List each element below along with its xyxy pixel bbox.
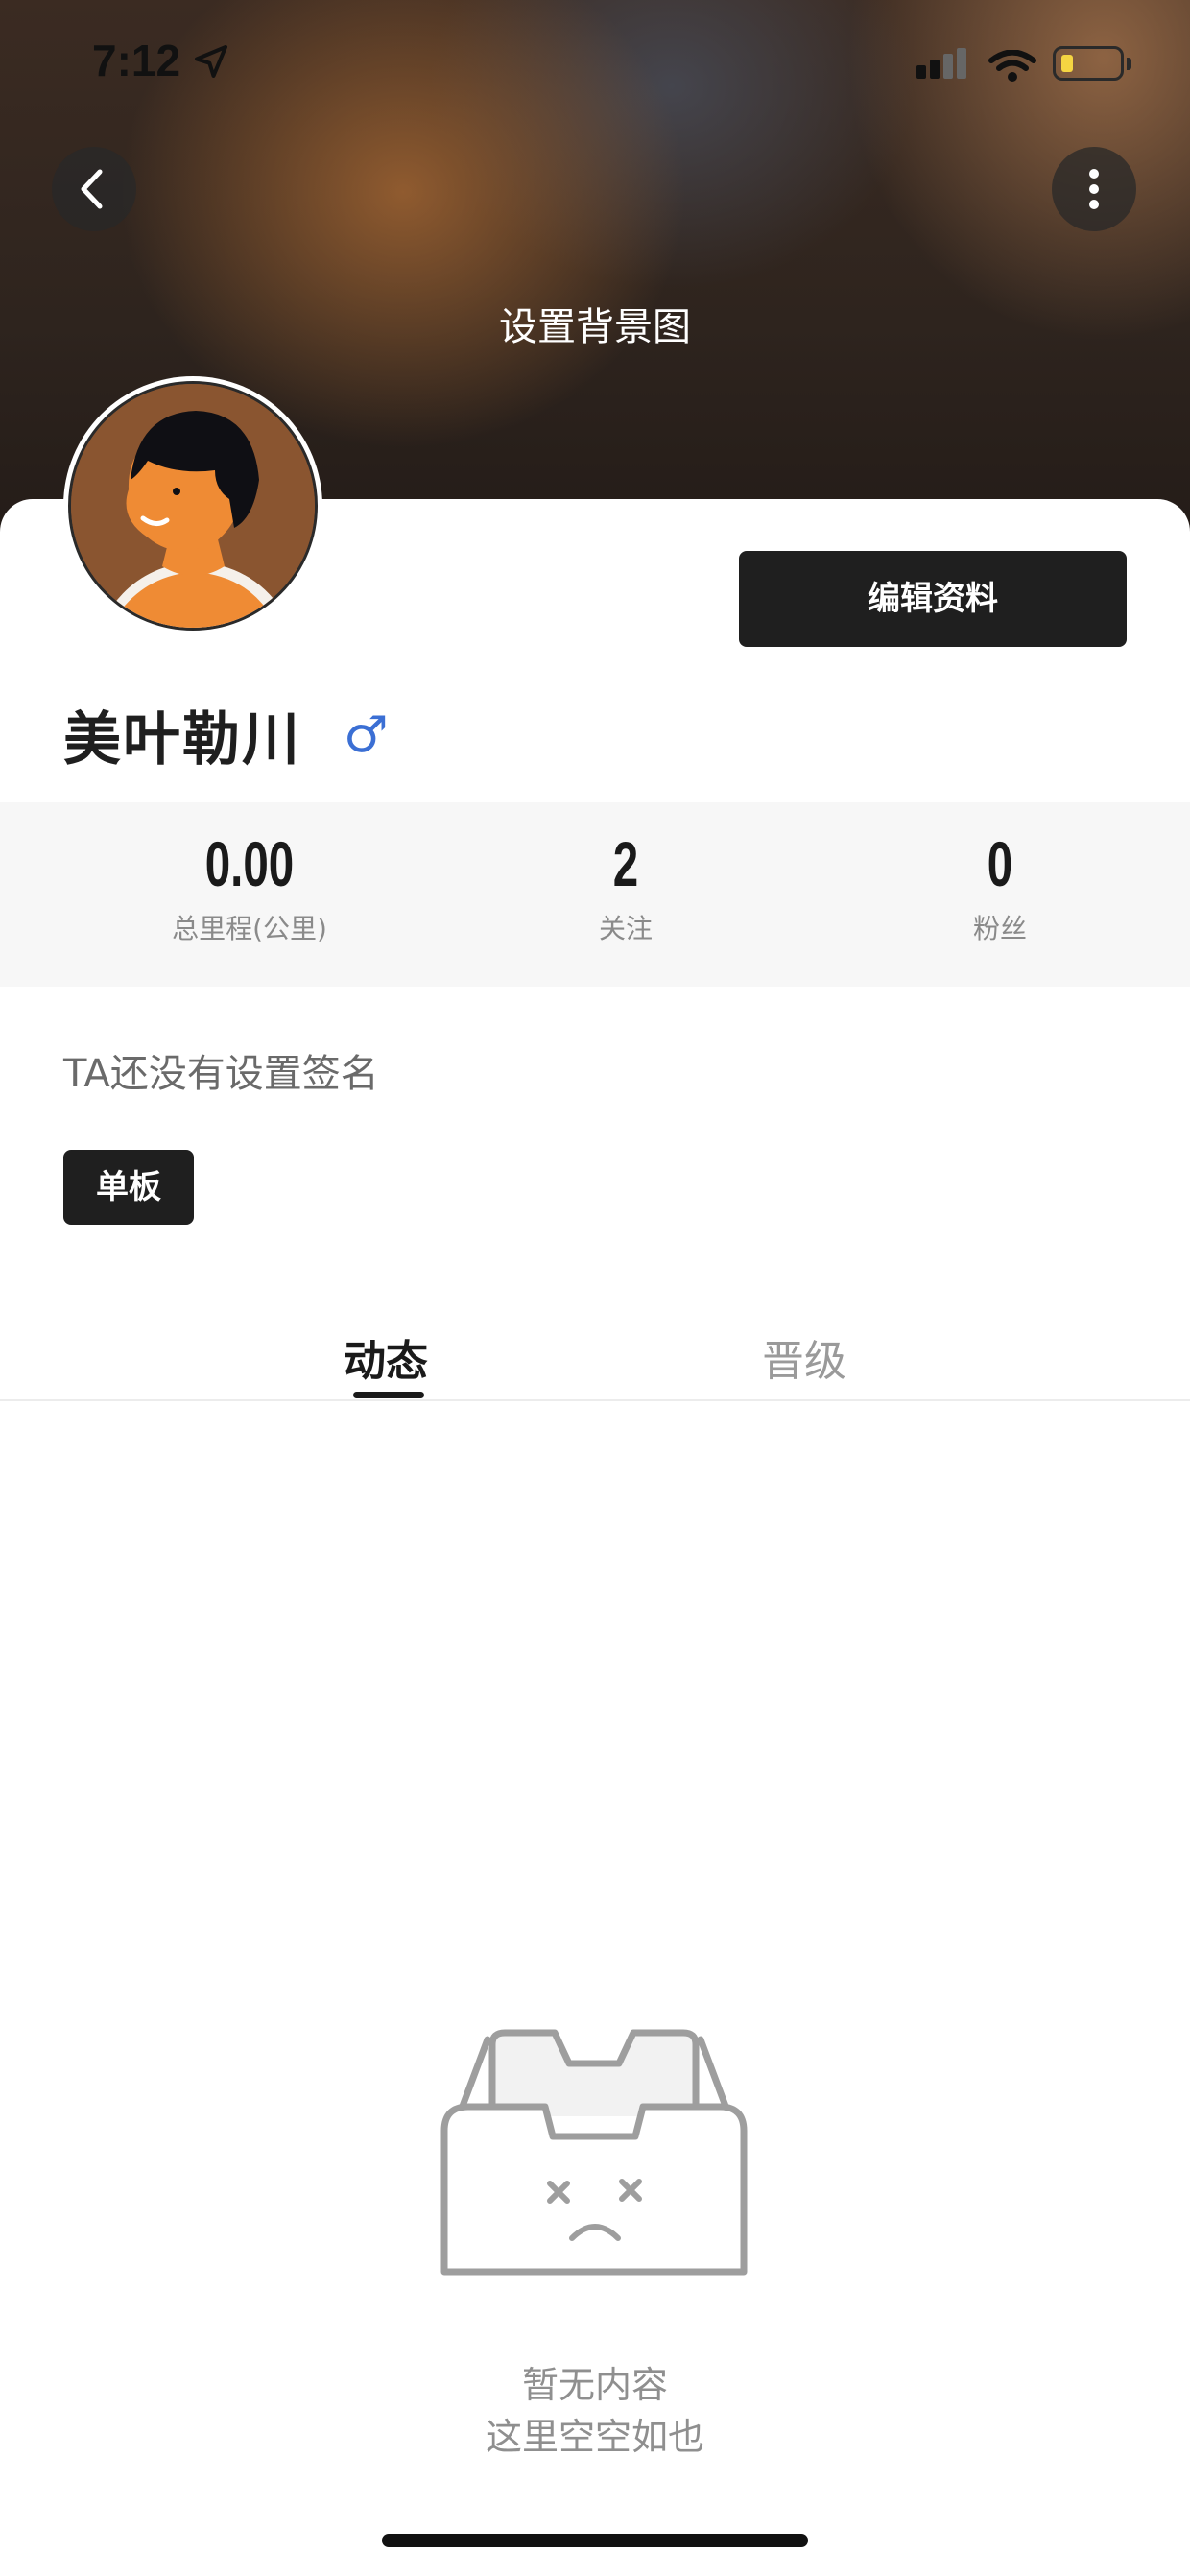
location-arrow-icon — [195, 45, 227, 78]
edit-profile-button[interactable]: 编辑资料 — [739, 551, 1127, 647]
stat-label: 总里程(公里) — [172, 913, 327, 944]
battery-nub — [1127, 58, 1131, 70]
stat-followers[interactable]: 0 粉丝 — [808, 827, 1190, 946]
battery-icon — [1053, 46, 1124, 81]
tab-level-up[interactable]: 晋级 — [762, 1326, 846, 1388]
set-background-button[interactable]: 设置背景图 — [0, 296, 1190, 351]
stat-following[interactable]: 2 关注 — [434, 827, 818, 946]
stat-value: 0.00 — [204, 828, 295, 899]
stat-label: 关注 — [598, 913, 653, 944]
status-time: 7:12 — [92, 36, 181, 85]
more-vertical-icon — [1089, 169, 1099, 209]
home-indicator[interactable] — [382, 2534, 808, 2547]
male-gender-icon: ♂ — [344, 706, 389, 764]
chevron-left-icon — [81, 169, 103, 209]
active-tab-indicator — [353, 1392, 424, 1398]
back-button[interactable] — [52, 147, 136, 231]
avatar[interactable] — [63, 376, 322, 635]
username: 美叶勒川 — [63, 706, 301, 774]
stat-value: 0 — [987, 828, 1013, 899]
empty-state-title: 暂无内容 — [521, 2364, 668, 2406]
more-options-button[interactable] — [1052, 147, 1136, 231]
battery-level — [1061, 55, 1073, 72]
tab-feed[interactable]: 动态 — [344, 1326, 428, 1388]
stat-label: 粉丝 — [972, 913, 1027, 944]
cellular-signal-icon — [916, 48, 966, 79]
stat-total-mileage[interactable]: 0.00 总里程(公里) — [58, 827, 441, 946]
empty-box-icon — [440, 2029, 748, 2276]
signature-text: TA还没有设置签名 — [63, 1052, 379, 1096]
stat-value: 2 — [612, 828, 639, 899]
wifi-icon — [988, 50, 1036, 82]
tabs-divider — [0, 1399, 1190, 1401]
stats-bar: 0.00 总里程(公里) 2 关注 0 粉丝 — [0, 802, 1190, 987]
avatar-image — [68, 381, 318, 631]
empty-state-subtitle: 这里空空如也 — [485, 2416, 704, 2458]
profile-tag: 单板 — [63, 1150, 194, 1225]
